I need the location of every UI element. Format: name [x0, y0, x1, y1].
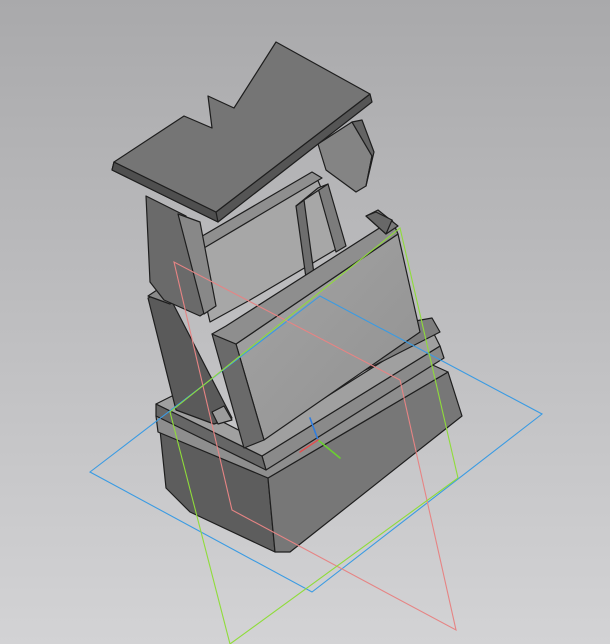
3d-viewport[interactable]	[0, 0, 610, 644]
3d-scene[interactable]	[0, 0, 610, 644]
